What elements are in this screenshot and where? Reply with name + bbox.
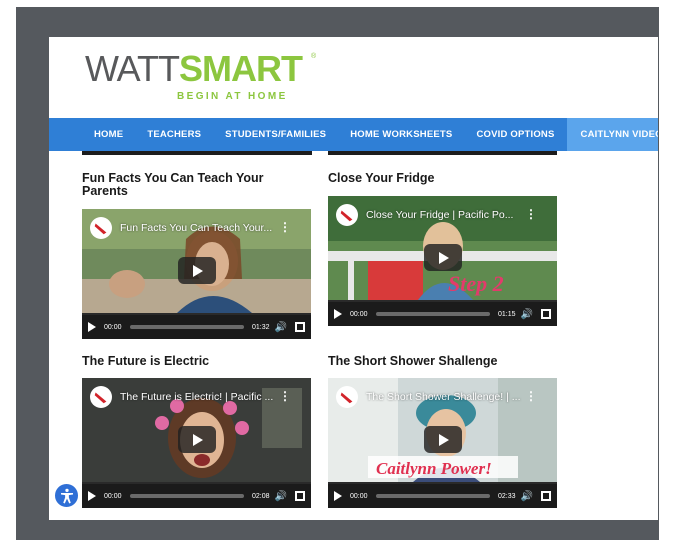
fullscreen-icon[interactable] [295, 491, 305, 501]
video-player-fun-facts[interactable]: Fun Facts You Can Teach Your... ⋮ 00:00 … [82, 209, 311, 339]
channel-logo-icon[interactable] [336, 386, 358, 408]
play-button-large[interactable] [178, 257, 216, 284]
duration: 02:08 [252, 492, 270, 500]
logo-smart: SMART [178, 48, 303, 89]
more-options-icon[interactable]: ⋮ [279, 221, 291, 233]
video-player-title[interactable]: Close Your Fridge | Pacific Po... [366, 209, 513, 221]
logo-tagline: BEGIN AT HOME [177, 91, 288, 102]
play-button-large[interactable] [424, 426, 462, 453]
video-player-short-shower[interactable]: Caitlynn Power! The Short Shower Shallen… [328, 378, 557, 508]
fullscreen-icon[interactable] [541, 309, 551, 319]
video-controls: 00:00 02:08 🔊 [82, 484, 311, 508]
more-options-icon[interactable]: ⋮ [525, 208, 537, 220]
volume-icon[interactable]: 🔊 [521, 309, 533, 320]
current-time: 00:00 [350, 492, 368, 500]
previous-video-bottom-right [328, 151, 557, 155]
video-header: Close Your Fridge | Pacific Po... [336, 204, 513, 226]
logo-registered: ® [311, 53, 317, 60]
nav-item-caitlynn-videos[interactable]: CAITLYNN VIDEOS [566, 118, 658, 151]
video-heading-future-electric: The Future is Electric [82, 354, 210, 368]
more-options-icon[interactable]: ⋮ [279, 390, 291, 402]
seek-bar[interactable] [129, 325, 245, 329]
play-button-large[interactable] [178, 426, 216, 453]
video-player-title[interactable]: The Future is Electric! | Pacific ... [120, 391, 273, 403]
current-time: 00:00 [104, 323, 122, 331]
main-nav: HOME TEACHERS STUDENTS/FAMILIES HOME WOR… [49, 118, 658, 151]
play-button-large[interactable] [424, 244, 462, 271]
video-heading-short-shower: The Short Shower Shallenge [328, 354, 498, 368]
current-time: 00:00 [350, 310, 368, 318]
seek-bar[interactable] [375, 312, 491, 316]
channel-logo-icon[interactable] [336, 204, 358, 226]
duration: 01:15 [498, 310, 516, 318]
volume-icon[interactable]: 🔊 [521, 491, 533, 502]
wattsmart-logo[interactable]: WATTSMART ® BEGIN AT HOME [85, 49, 325, 109]
duration: 01:32 [252, 323, 270, 331]
logo-wordmark: WATTSMART [85, 48, 303, 89]
fullscreen-icon[interactable] [541, 491, 551, 501]
play-icon[interactable] [334, 309, 342, 319]
video-header: The Future is Electric! | Pacific ... [90, 386, 273, 408]
video-header: The Short Shower Shallenge! | ... [336, 386, 520, 408]
video-heading-close-fridge: Close Your Fridge [328, 171, 435, 185]
play-icon[interactable] [88, 322, 96, 332]
channel-logo-icon[interactable] [90, 217, 112, 239]
caitlynn-overlay: Caitlynn Power! [376, 459, 492, 478]
play-icon[interactable] [88, 491, 96, 501]
video-controls: 00:00 01:15 🔊 [328, 302, 557, 326]
nav-item-teachers[interactable]: TEACHERS [135, 118, 213, 151]
nav-item-home-worksheets[interactable]: HOME WORKSHEETS [338, 118, 464, 151]
channel-logo-icon[interactable] [90, 386, 112, 408]
fullscreen-icon[interactable] [295, 322, 305, 332]
nav-item-covid-options[interactable]: COVID OPTIONS [464, 118, 566, 151]
nav-item-students-families[interactable]: STUDENTS/FAMILIES [213, 118, 338, 151]
duration: 02:33 [498, 492, 516, 500]
volume-icon[interactable]: 🔊 [275, 322, 287, 333]
more-options-icon[interactable]: ⋮ [525, 390, 537, 402]
current-time: 00:00 [104, 492, 122, 500]
video-player-close-fridge[interactable]: Step 2 Close Your Fridge | Pacific Po...… [328, 196, 557, 326]
volume-icon[interactable]: 🔊 [275, 491, 287, 502]
logo-watt: WATT [85, 48, 180, 89]
seek-bar[interactable] [129, 494, 245, 498]
video-player-title[interactable]: The Short Shower Shallenge! | ... [366, 391, 520, 403]
nav-item-home[interactable]: HOME [49, 118, 135, 151]
video-header: Fun Facts You Can Teach Your... [90, 217, 272, 239]
video-player-future-electric[interactable]: The Future is Electric! | Pacific ... ⋮ … [82, 378, 311, 508]
play-icon[interactable] [334, 491, 342, 501]
video-controls: 00:00 02:33 🔊 [328, 484, 557, 508]
seek-bar[interactable] [375, 494, 491, 498]
accessibility-icon[interactable] [53, 482, 80, 509]
web-page: WATTSMART ® BEGIN AT HOME HOME TEACHERS … [49, 37, 658, 520]
video-heading-fun-facts: Fun Facts You Can Teach Your Parents [82, 171, 264, 198]
video-player-title[interactable]: Fun Facts You Can Teach Your... [120, 222, 272, 234]
previous-video-bottom-left [82, 151, 312, 155]
step-overlay: Step 2 [448, 271, 504, 296]
video-controls: 00:00 01:32 🔊 [82, 315, 311, 339]
